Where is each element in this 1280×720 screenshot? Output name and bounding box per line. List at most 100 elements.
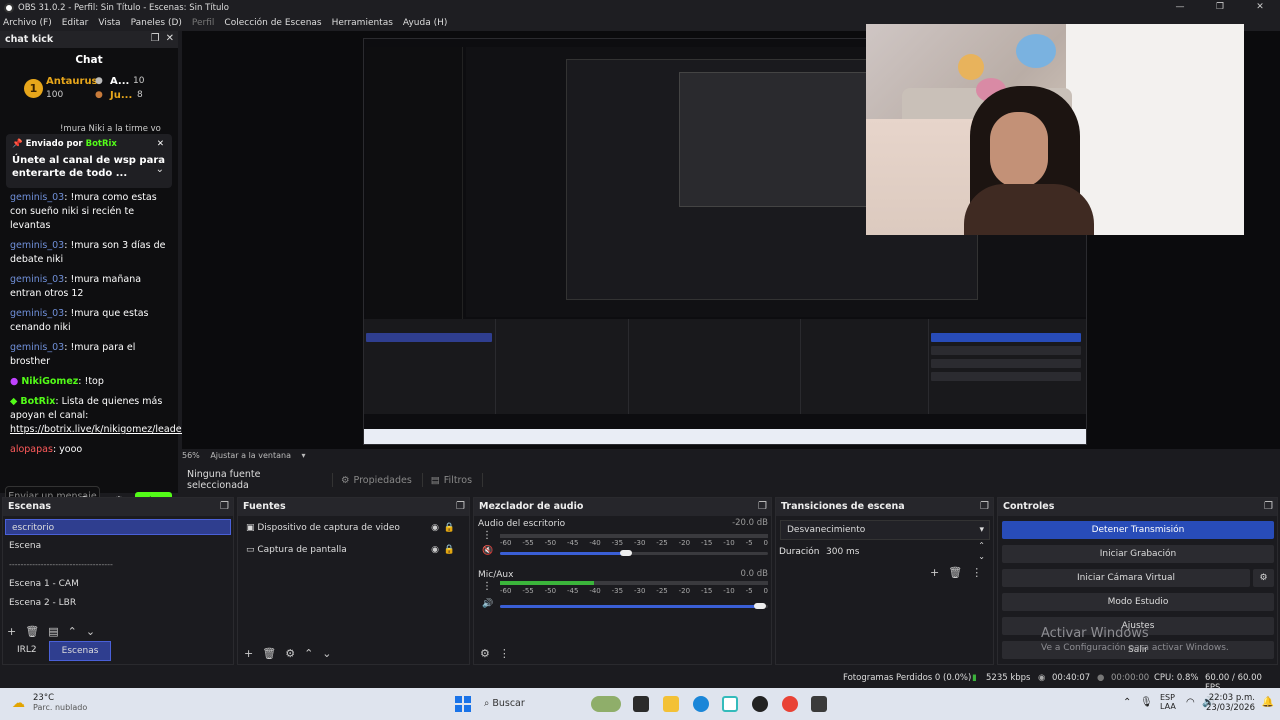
wifi-icon[interactable]: ◠: [1186, 697, 1195, 708]
menu-paneles[interactable]: Paneles (D): [131, 18, 182, 28]
speaker-icon[interactable]: 🔊: [482, 599, 493, 609]
weather-widget[interactable]: 23°C Parc. nublado: [33, 693, 87, 712]
add-icon[interactable]: +: [930, 566, 939, 579]
microphone-icon[interactable]: 🎙: [1140, 697, 1153, 708]
muted-speaker-icon[interactable]: 🔇: [482, 546, 493, 556]
eye-icon[interactable]: ◉: [431, 539, 439, 561]
start-recording-button[interactable]: Iniciar Grabación: [1002, 545, 1274, 563]
close-button[interactable]: ✕: [1240, 0, 1280, 15]
signal-icon: ▮: [972, 673, 977, 683]
chat-username[interactable]: geminis_03: [10, 274, 64, 285]
add-icon[interactable]: +: [7, 625, 16, 638]
gear-icon[interactable]: ⚙: [480, 647, 490, 660]
filter-icon: ▤: [430, 474, 440, 486]
notification-bell-icon[interactable]: 🔔: [1262, 697, 1274, 708]
app-icon[interactable]: [811, 696, 827, 712]
minimize-button[interactable]: —: [1160, 0, 1200, 15]
windows-taskbar: ☁ 23°C Parc. nublado ⌕ Buscar ⌃ 🎙 ESP LA…: [0, 688, 1280, 720]
fit-to-window[interactable]: Ajustar a la ventana: [210, 451, 291, 460]
arrow-up-icon[interactable]: ⌃: [304, 647, 313, 660]
filters-button[interactable]: ▤ Filtros: [431, 475, 472, 486]
zoom-dropdown-icon[interactable]: ▾: [302, 451, 306, 460]
virtual-camera-settings-icon[interactable]: ⚙: [1253, 569, 1274, 587]
kebab-menu-icon[interactable]: ⋮: [499, 647, 510, 660]
menu-ayuda[interactable]: Ayuda (H): [403, 18, 447, 28]
float-dock-icon[interactable]: ❐: [980, 498, 989, 516]
unpin-icon[interactable]: ✕: [157, 139, 164, 149]
file-explorer-icon[interactable]: [663, 696, 679, 712]
tab-escenas[interactable]: Escenas: [48, 641, 112, 661]
chat-username[interactable]: BotRix: [20, 396, 55, 407]
scene-item-escena-1-cam[interactable]: Escena 1 - CAM: [3, 576, 233, 592]
float-dock-icon[interactable]: ❐: [758, 498, 767, 516]
menu-herramientas[interactable]: Herramientas: [332, 18, 393, 28]
source-item-video-capture[interactable]: ▣ Dispositivo de captura de video ◉ 🔒: [238, 517, 469, 539]
menu-coleccion-escenas[interactable]: Colección de Escenas: [224, 18, 321, 28]
arrow-down-icon[interactable]: ⌄: [86, 625, 95, 638]
scene-list: escritorio Escena ----------------------…: [3, 519, 233, 611]
menu-archivo[interactable]: Archivo (F): [3, 18, 52, 28]
windows-start-icon[interactable]: [455, 696, 471, 712]
taskbar-clock[interactable]: 22:03 p.m. 23/03/2026: [1206, 693, 1255, 713]
trash-icon[interactable]: 🗑: [948, 566, 962, 579]
arrow-up-icon[interactable]: ⌃: [68, 625, 77, 638]
scene-item-escritorio[interactable]: escritorio: [5, 519, 231, 535]
float-dock-icon[interactable]: ❐: [1264, 498, 1273, 516]
db-tick: 0: [763, 587, 768, 595]
properties-button[interactable]: ⚙ Propiedades: [341, 475, 412, 486]
lock-icon[interactable]: 🔒: [444, 517, 455, 539]
studio-mode-button[interactable]: Modo Estudio: [1002, 593, 1274, 611]
chat-username[interactable]: NikiGomez: [21, 376, 78, 387]
maximize-button[interactable]: ❐: [1200, 0, 1240, 15]
pinned-message[interactable]: 📌 Enviado por BotRix ✕ Únete al canal de…: [6, 134, 172, 188]
duration-input[interactable]: 300 ms ⌃ ⌄: [820, 540, 990, 563]
obs-taskbar-icon[interactable]: [752, 696, 768, 712]
scene-item-escena-2-lbr[interactable]: Escena 2 - LBR: [3, 595, 233, 611]
kebab-menu-icon[interactable]: ⋮: [971, 566, 982, 579]
source-item-screen-capture[interactable]: ▭ Captura de pantalla ◉ 🔒: [238, 539, 469, 561]
float-dock-icon[interactable]: ❐: [220, 498, 229, 516]
lock-icon[interactable]: 🔒: [444, 539, 455, 561]
eye-icon[interactable]: ◉: [431, 517, 439, 539]
chevron-down-icon[interactable]: ⌄: [156, 164, 164, 175]
tab-irl2[interactable]: IRL2: [5, 641, 49, 661]
menu-editar[interactable]: Editar: [62, 18, 89, 28]
volume-slider[interactable]: [753, 603, 766, 609]
trash-icon[interactable]: 🗑: [25, 625, 39, 638]
chat-username[interactable]: alopapas: [10, 444, 53, 455]
language-indicator[interactable]: ESP LAA: [1160, 693, 1176, 711]
add-icon[interactable]: +: [244, 647, 253, 660]
transition-type-select[interactable]: Desvanecimiento ▾: [780, 520, 990, 540]
chrome-icon[interactable]: [782, 696, 798, 712]
chevron-up-icon[interactable]: ⌃: [1123, 697, 1131, 708]
snipping-tool-icon[interactable]: [722, 696, 738, 712]
arrow-down-icon[interactable]: ⌄: [322, 647, 331, 660]
menu-perfil[interactable]: Perfil: [192, 18, 215, 28]
scene-item-separator[interactable]: ------------------------------------: [3, 557, 233, 573]
activate-windows-watermark: Activar Windows Ve a Configuración para …: [1041, 626, 1229, 653]
float-dock-icon[interactable]: ❐: [456, 498, 465, 516]
spinner-icon[interactable]: ⌃ ⌄: [978, 540, 985, 562]
preview-canvas[interactable]: [182, 24, 1280, 449]
start-virtual-camera-button[interactable]: Iniciar Cámara Virtual: [1002, 569, 1250, 587]
trash-icon[interactable]: 🗑: [262, 647, 276, 660]
landscape-widget-icon[interactable]: [591, 696, 621, 712]
stop-streaming-button[interactable]: Detener Transmisión: [1002, 521, 1274, 539]
gear-icon[interactable]: ⚙: [285, 647, 295, 660]
close-dock-icon[interactable]: ✕: [166, 33, 174, 44]
float-dock-icon[interactable]: ❐: [151, 33, 160, 44]
chat-username[interactable]: geminis_03: [10, 240, 64, 251]
chat-username[interactable]: geminis_03: [10, 308, 64, 319]
kebab-menu-icon[interactable]: ⋮: [482, 581, 492, 592]
volume-slider[interactable]: [619, 550, 632, 556]
menu-vista[interactable]: Vista: [98, 18, 120, 28]
filter-icon[interactable]: ▤: [48, 625, 58, 638]
chat-username[interactable]: geminis_03: [10, 192, 64, 203]
chat-username[interactable]: geminis_03: [10, 342, 64, 353]
edge-icon[interactable]: [693, 696, 709, 712]
zoom-level[interactable]: 56%: [182, 451, 200, 460]
scene-item-escena[interactable]: Escena: [3, 538, 233, 554]
task-view-icon[interactable]: [633, 696, 649, 712]
kebab-menu-icon[interactable]: ⋮: [482, 530, 492, 541]
chat-dock: chat kick ❐ ✕ Chat 1 Antaurus 100 ● A... …: [0, 31, 213, 517]
